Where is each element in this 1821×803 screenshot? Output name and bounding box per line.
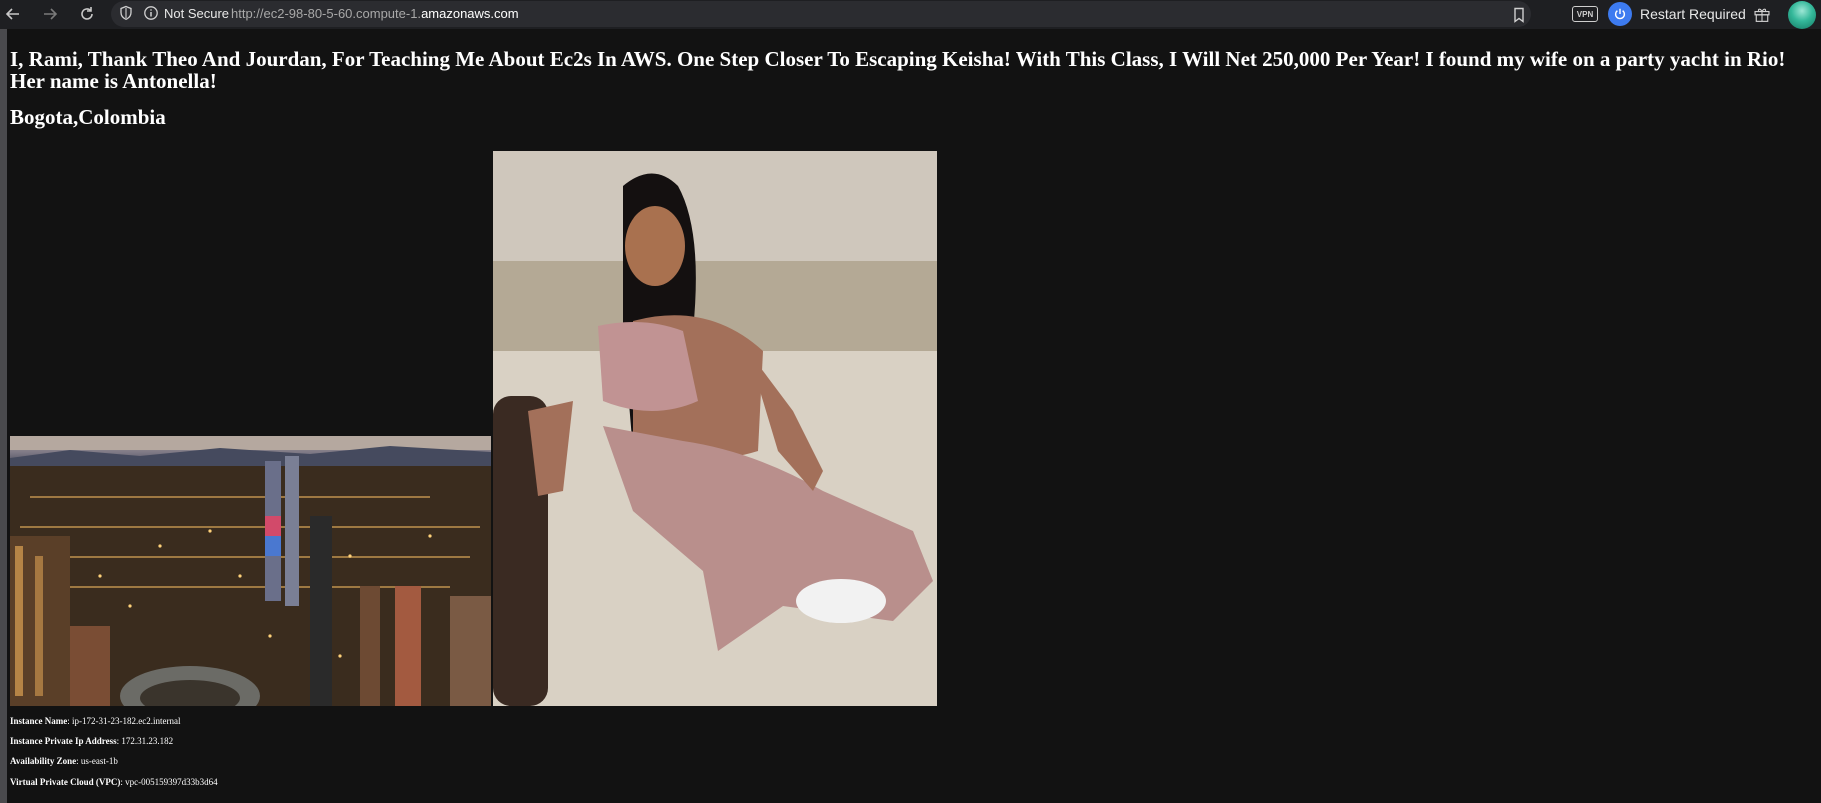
page-title: I, Rami, Thank Theo And Jourdan, For Tea… — [10, 47, 1786, 93]
info-icon[interactable] — [143, 5, 159, 21]
vpc-value: vpc-005159397d33b3d64 — [125, 777, 218, 787]
instance-name-value: ip-172-31-23-182.ec2.internal — [72, 716, 181, 726]
back-icon[interactable] — [3, 4, 23, 24]
bookmark-icon[interactable] — [1509, 5, 1529, 25]
bogota-city-image — [10, 436, 491, 706]
availability-zone-line: Availability Zone: us-east-1b — [10, 756, 118, 766]
availability-zone-value: us-east-1b — [80, 756, 118, 766]
instance-ip-label: Instance Private Ip Address — [10, 736, 117, 746]
url-domain: amazonaws.com — [421, 6, 519, 21]
instance-ip-value: 172.31.23.182 — [121, 736, 174, 746]
shield-icon[interactable] — [118, 5, 134, 21]
url-prefix: http://ec2-98-80-5-60.compute-1. — [231, 6, 422, 21]
restart-required-label[interactable]: Restart Required — [1640, 6, 1746, 22]
security-status[interactable]: Not Secure — [164, 6, 229, 21]
reload-icon[interactable] — [77, 4, 97, 24]
vpc-line: Virtual Private Cloud (VPC): vpc-0051593… — [10, 777, 218, 787]
profile-avatar[interactable] — [1788, 1, 1816, 29]
power-icon[interactable] — [1608, 2, 1632, 26]
vpc-label: Virtual Private Cloud (VPC) — [10, 777, 121, 787]
url-text[interactable]: http://ec2-98-80-5-60.compute-1.amazonaw… — [231, 6, 519, 21]
page-viewport: I, Rami, Thank Theo And Jourdan, For Tea… — [0, 29, 1821, 803]
scroll-edge — [0, 29, 7, 803]
gift-icon[interactable] — [1751, 3, 1773, 25]
portrait-photo — [493, 151, 937, 706]
instance-ip-line: Instance Private Ip Address: 172.31.23.1… — [10, 736, 174, 746]
browser-toolbar: Not Secure http://ec2-98-80-5-60.compute… — [0, 0, 1821, 29]
vpn-button[interactable]: VPN — [1572, 6, 1598, 22]
location-heading: Bogota,Colombia — [10, 105, 166, 129]
instance-name-line: Instance Name: ip-172-31-23-182.ec2.inte… — [10, 716, 181, 726]
forward-icon[interactable] — [40, 4, 60, 24]
availability-zone-label: Availability Zone — [10, 756, 77, 766]
instance-name-label: Instance Name — [10, 716, 68, 726]
